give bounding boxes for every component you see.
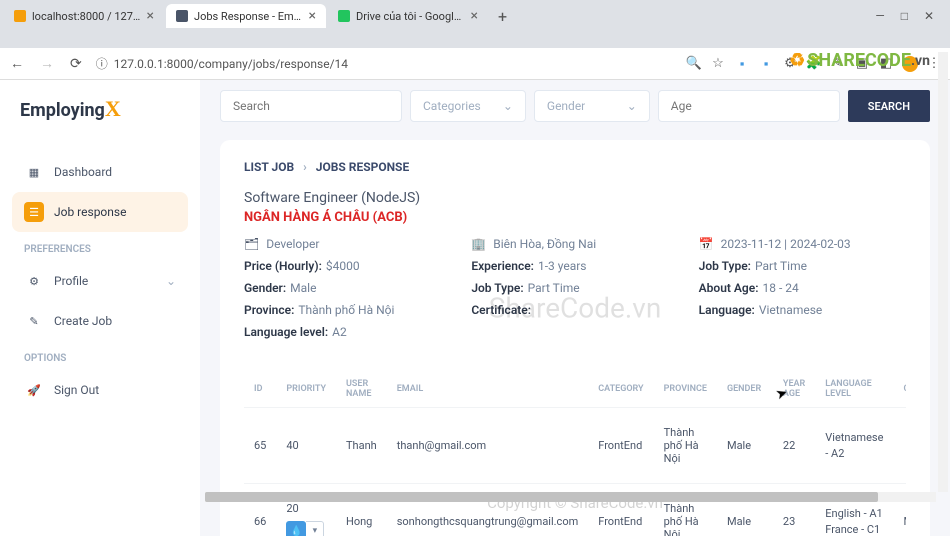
browser-tab-active[interactable]: Jobs Response - EmployingX × bbox=[166, 4, 326, 28]
sidebar-section-label: PREFERENCES bbox=[12, 232, 188, 261]
categories-select[interactable]: Categories ⌄ bbox=[410, 90, 526, 122]
sidebar-item-label: Profile bbox=[54, 274, 88, 288]
col-id: ID bbox=[244, 371, 276, 408]
reload-button[interactable]: ⟳ bbox=[68, 54, 84, 74]
scrollbar-thumb[interactable] bbox=[205, 492, 878, 502]
col-gender: GENDER bbox=[717, 371, 773, 408]
col-lang: LANGUAGE LEVEL bbox=[815, 371, 893, 408]
chevron-down-icon[interactable]: ▾ bbox=[306, 521, 324, 536]
response-table: ID PRIORITY USER NAME EMAIL CATEGORY PRO… bbox=[244, 371, 906, 536]
job-title: Software Engineer (NodeJS) bbox=[244, 190, 906, 206]
dashboard-icon: ▦ bbox=[24, 162, 44, 182]
vertical-scrollbar[interactable] bbox=[938, 52, 948, 492]
response-table-wrap: ID PRIORITY USER NAME EMAIL CATEGORY PRO… bbox=[244, 371, 906, 536]
tab-title: Drive của tôi - Google Drive bbox=[356, 10, 465, 23]
create-icon: ✎ bbox=[24, 311, 44, 331]
minimize-icon[interactable]: — bbox=[875, 9, 884, 23]
col-cert: C bbox=[893, 371, 906, 408]
list-icon: ☰ bbox=[24, 202, 44, 222]
job-card: LIST JOB › JOBS RESPONSE Software Engine… bbox=[220, 140, 930, 536]
sidebar-section-label: OPTIONS bbox=[12, 341, 188, 370]
breadcrumb-current: JOBS RESPONSE bbox=[316, 160, 409, 174]
browser-tab[interactable]: Drive của tôi - Google Drive × bbox=[328, 4, 488, 28]
sidebar-item-label: Create Job bbox=[54, 314, 112, 328]
age-input[interactable] bbox=[658, 90, 840, 122]
horizontal-scrollbar[interactable] bbox=[205, 492, 936, 502]
window-controls: — □ ✕ bbox=[875, 9, 946, 23]
sidebar-item-label: Job response bbox=[54, 205, 126, 219]
col-user: USER NAME bbox=[336, 371, 387, 408]
sidebar-item-label: Dashboard bbox=[54, 165, 112, 179]
table-row[interactable]: 65 40 Thanh thanh@gmail.com FrontEnd Thà… bbox=[244, 408, 906, 484]
forward-button[interactable]: → bbox=[38, 53, 56, 74]
url-input[interactable]: ⓘ 127.0.0.1:8000/company/jobs/response/1… bbox=[96, 55, 674, 72]
ext-icon[interactable]: ◧ bbox=[878, 56, 894, 72]
zoom-icon[interactable]: 🔍 bbox=[686, 56, 702, 72]
breadcrumb-sep: › bbox=[303, 160, 307, 174]
company-name: NGÂN HÀNG Á CHÂU (ACB) bbox=[244, 210, 906, 225]
ext-icon[interactable]: 🧩 bbox=[806, 56, 822, 72]
browser-tab[interactable]: localhost:8000 / 127.0.0.1 / reci × bbox=[4, 4, 164, 28]
sidebar-item-profile[interactable]: ⚙ Profile ⌄ bbox=[12, 261, 188, 301]
chevron-down-icon: ⌄ bbox=[627, 99, 637, 113]
close-window-icon[interactable]: ✕ bbox=[924, 9, 934, 23]
profile-icon: ⚙ bbox=[24, 271, 44, 291]
sidebar-item-create-job[interactable]: ✎ Create Job bbox=[12, 301, 188, 341]
signout-icon: 🚀 bbox=[24, 380, 44, 400]
sidebar-item-signout[interactable]: 🚀 Sign Out bbox=[12, 370, 188, 410]
job-details: 🗂Developer 🏢Biên Hòa, Đồng Nai 📅2023-11-… bbox=[244, 235, 906, 341]
favicon bbox=[176, 10, 188, 22]
ext-icon[interactable]: ▪ bbox=[758, 56, 774, 72]
extension-area: 🔍 ☆ ▪ ▪ ⚙ 🧩 ✎ ▣ ◧ ⋮ bbox=[686, 56, 942, 72]
back-button[interactable]: ← bbox=[8, 53, 26, 74]
ext-icon[interactable]: ▪ bbox=[734, 56, 750, 72]
chevron-down-icon: ⌄ bbox=[166, 274, 176, 288]
drop-icon: 💧 bbox=[286, 521, 306, 536]
close-icon[interactable]: × bbox=[471, 9, 478, 23]
info-icon: ⓘ bbox=[96, 55, 108, 72]
url-text: 127.0.0.1:8000/company/jobs/response/14 bbox=[114, 57, 348, 71]
breadcrumb-link[interactable]: LIST JOB bbox=[244, 160, 294, 174]
filter-bar: Categories ⌄ Gender ⌄ SEARCH bbox=[220, 90, 930, 122]
calendar-icon: 📅 bbox=[699, 237, 714, 251]
app-logo: EmployingX bbox=[12, 96, 188, 122]
search-button[interactable]: SEARCH bbox=[848, 90, 930, 122]
search-input[interactable] bbox=[220, 90, 402, 122]
maximize-icon[interactable]: □ bbox=[901, 9, 908, 23]
chevron-down-icon: ⌄ bbox=[503, 99, 513, 113]
briefcase-icon: 🗂 bbox=[244, 237, 259, 251]
favicon bbox=[338, 10, 350, 22]
ext-icon[interactable]: ✎ bbox=[830, 56, 846, 72]
ext-icon[interactable]: ⚙ bbox=[782, 56, 798, 72]
col-priority: PRIORITY bbox=[276, 371, 336, 408]
avatar-icon[interactable] bbox=[902, 56, 918, 72]
close-icon[interactable]: × bbox=[147, 9, 154, 23]
close-icon[interactable]: × bbox=[309, 9, 316, 23]
ext-icon[interactable]: ▣ bbox=[854, 56, 870, 72]
address-bar: ← → ⟳ ⓘ 127.0.0.1:8000/company/jobs/resp… bbox=[0, 48, 950, 80]
tab-bar: localhost:8000 / 127.0.0.1 / reci × Jobs… bbox=[0, 0, 950, 28]
priority-editor[interactable]: 💧 ▾ bbox=[286, 521, 324, 536]
col-province: PROVINCE bbox=[654, 371, 717, 408]
main-content: Categories ⌄ Gender ⌄ SEARCH LIST JOB › … bbox=[200, 80, 950, 536]
sidebar-item-label: Sign Out bbox=[54, 383, 99, 397]
location-icon: 🏢 bbox=[471, 237, 486, 251]
tab-title: localhost:8000 / 127.0.0.1 / reci bbox=[32, 10, 141, 23]
gender-select[interactable]: Gender ⌄ bbox=[534, 90, 650, 122]
new-tab-button[interactable]: + bbox=[490, 5, 515, 28]
favicon bbox=[14, 10, 26, 22]
sidebar: EmployingX ▦ Dashboard ☰ Job response PR… bbox=[0, 80, 200, 536]
col-category: CATEGORY bbox=[588, 371, 653, 408]
sidebar-item-job-response[interactable]: ☰ Job response bbox=[12, 192, 188, 232]
breadcrumb: LIST JOB › JOBS RESPONSE bbox=[244, 160, 906, 174]
col-email: EMAIL bbox=[387, 371, 589, 408]
tab-title: Jobs Response - EmployingX bbox=[194, 10, 303, 23]
browser-chrome: localhost:8000 / 127.0.0.1 / reci × Jobs… bbox=[0, 0, 950, 48]
star-icon[interactable]: ☆ bbox=[710, 56, 726, 72]
sidebar-item-dashboard[interactable]: ▦ Dashboard bbox=[12, 152, 188, 192]
col-age: YEAR AGE bbox=[773, 371, 815, 408]
